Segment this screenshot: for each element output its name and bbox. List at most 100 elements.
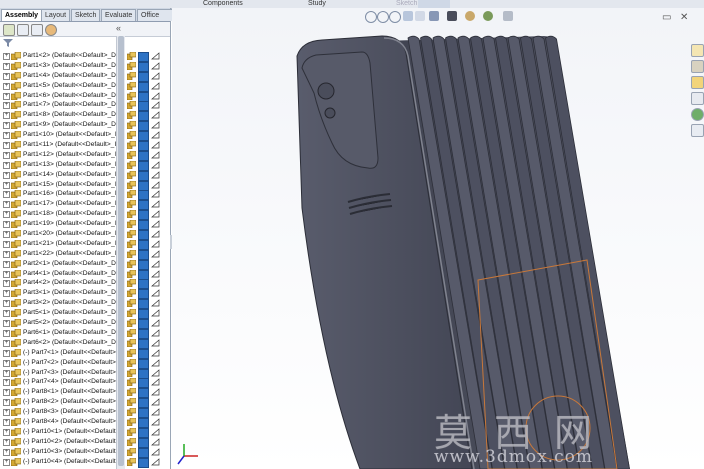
expand-icon[interactable]: + <box>3 448 10 456</box>
component-state-icon[interactable] <box>127 230 136 239</box>
expand-icon[interactable]: + <box>3 240 10 248</box>
tree-item[interactable]: + (-) Part7<3> (Default<<Default> <box>0 368 124 378</box>
component-state-icon[interactable] <box>127 170 136 179</box>
component-state-icon[interactable] <box>127 141 136 150</box>
expand-icon[interactable]: + <box>3 389 10 397</box>
mate-triangle-icon[interactable] <box>151 52 160 60</box>
expand-icon[interactable]: + <box>3 102 10 110</box>
mate-triangle-icon[interactable] <box>151 200 160 208</box>
component-state-icon[interactable] <box>127 348 136 357</box>
tree-item[interactable]: + Part3<1> (Default<<Default>_Di <box>0 288 124 298</box>
component-state-icon[interactable] <box>127 220 136 229</box>
mate-triangle-icon[interactable] <box>151 398 160 406</box>
tab-evaluate[interactable]: Evaluate <box>101 9 137 21</box>
expand-icon[interactable]: + <box>3 290 10 298</box>
component-state-icon[interactable] <box>127 447 136 456</box>
expand-icon[interactable]: + <box>3 399 10 407</box>
mate-triangle-icon[interactable] <box>151 230 160 238</box>
tab-layout[interactable]: Layout <box>41 9 71 21</box>
tree-item[interactable]: + (-) Part7<4> (Default<<Default> <box>0 377 124 387</box>
expand-icon[interactable]: + <box>3 349 10 357</box>
mate-triangle-icon[interactable] <box>151 131 160 139</box>
tree-item[interactable]: + Part1<10> (Default<<Default>_I <box>0 130 124 140</box>
mate-triangle-icon[interactable] <box>151 408 160 416</box>
component-state-icon[interactable] <box>127 457 136 466</box>
tree-item[interactable]: + Part1<4> (Default<<Default>_Di <box>0 71 124 81</box>
expand-icon[interactable]: + <box>3 428 10 436</box>
mate-triangle-icon[interactable] <box>151 428 160 436</box>
component-state-icon[interactable] <box>127 309 136 318</box>
component-state-icon[interactable] <box>127 388 136 397</box>
mate-triangle-icon[interactable] <box>151 240 160 248</box>
display-state-icon[interactable] <box>138 457 149 468</box>
component-state-icon[interactable] <box>127 358 136 367</box>
component-state-icon[interactable] <box>127 71 136 80</box>
mate-triangle-icon[interactable] <box>151 101 160 109</box>
mate-triangle-icon[interactable] <box>151 91 160 100</box>
mate-triangle-icon[interactable] <box>151 299 160 307</box>
mate-triangle-icon[interactable] <box>151 329 160 337</box>
expand-icon[interactable]: + <box>3 379 10 387</box>
expand-icon[interactable]: + <box>3 329 10 337</box>
tree-item[interactable]: + Part1<17> (Default<<Default>_I <box>0 199 124 209</box>
component-state-icon[interactable] <box>127 52 136 60</box>
component-state-icon[interactable] <box>127 180 136 189</box>
expand-icon[interactable]: + <box>3 270 10 278</box>
mate-triangle-icon[interactable] <box>151 447 160 456</box>
expand-icon[interactable]: + <box>3 171 10 179</box>
tree-item[interactable]: + Part1<16> (Default<<Default>_I <box>0 189 124 199</box>
component-state-icon[interactable] <box>127 61 136 70</box>
expand-icon[interactable]: + <box>3 62 10 70</box>
tree-item[interactable]: + Part1<22> (Default<<Default>_I <box>0 249 124 259</box>
appearance-icon[interactable] <box>45 24 57 36</box>
tab-office-products[interactable]: Office Products <box>137 9 173 30</box>
tree-item[interactable]: + (-) Part8<2> (Default<<Default> <box>0 397 124 407</box>
mate-triangle-icon[interactable] <box>151 141 160 149</box>
collapse-panel-icon[interactable]: « <box>116 23 121 33</box>
tree-item[interactable]: + Part1<8> (Default<<Default>_Di <box>0 110 124 120</box>
expand-icon[interactable]: + <box>3 161 10 169</box>
component-state-icon[interactable] <box>127 437 136 446</box>
expand-icon[interactable]: + <box>3 339 10 347</box>
tree-item[interactable]: + Part1<19> (Default<<Default>_I <box>0 219 124 229</box>
mate-triangle-icon[interactable] <box>151 111 160 119</box>
component-state-icon[interactable] <box>127 378 136 387</box>
tree-item[interactable]: + Part3<2> (Default<<Default>_Di <box>0 298 124 308</box>
expand-icon[interactable]: + <box>3 438 10 446</box>
expand-icon[interactable]: + <box>3 72 10 80</box>
study-label[interactable]: Study <box>308 0 326 8</box>
tree-item[interactable]: + (-) Part8<3> (Default<<Default> <box>0 407 124 417</box>
expand-icon[interactable]: + <box>3 409 10 417</box>
component-state-icon[interactable] <box>127 249 136 258</box>
tree-item[interactable]: + Part1<7> (Default<<Default>_Di <box>0 100 124 110</box>
component-state-icon[interactable] <box>127 319 136 328</box>
expand-icon[interactable]: + <box>3 132 10 140</box>
mate-triangle-icon[interactable] <box>151 319 160 327</box>
tree-item[interactable]: + Part4<2> (Default<<Default>_Di <box>0 278 124 288</box>
component-state-icon[interactable] <box>127 91 136 100</box>
component-state-icon[interactable] <box>127 150 136 159</box>
expand-icon[interactable]: + <box>3 122 10 130</box>
tree-item[interactable]: + Part2<1> (Default<<Default>_Di <box>0 259 124 269</box>
mate-triangle-icon[interactable] <box>151 388 160 396</box>
expand-icon[interactable]: + <box>3 359 10 367</box>
mate-triangle-icon[interactable] <box>151 220 160 228</box>
tree-item[interactable]: + Part1<21> (Default<<Default>_I <box>0 239 124 249</box>
tree-item[interactable]: + (-) Part10<2> (Default<<Default <box>0 437 124 447</box>
mate-triangle-icon[interactable] <box>151 81 160 90</box>
expand-icon[interactable]: + <box>3 151 10 159</box>
mate-triangle-icon[interactable] <box>151 457 160 466</box>
tree-item[interactable]: + (-) Part10<4> (Default<<Default <box>0 457 124 467</box>
component-state-icon[interactable] <box>127 328 136 337</box>
tree-item[interactable]: + (-) Part8<4> (Default<<Default> <box>0 417 124 427</box>
component-state-icon[interactable] <box>127 269 136 278</box>
tree-item[interactable]: + Part1<2> (Default<<Default>_Di <box>0 51 124 61</box>
expand-icon[interactable]: + <box>3 260 10 268</box>
feature-tree-icon[interactable] <box>3 24 15 36</box>
component-state-icon[interactable] <box>127 81 136 90</box>
mate-triangle-icon[interactable] <box>151 62 160 70</box>
mate-triangle-icon[interactable] <box>151 180 160 189</box>
component-state-icon[interactable] <box>127 338 136 347</box>
expand-icon[interactable]: + <box>3 221 10 229</box>
tree-item[interactable]: + (-) Part7<2> (Default<<Default> <box>0 358 124 368</box>
